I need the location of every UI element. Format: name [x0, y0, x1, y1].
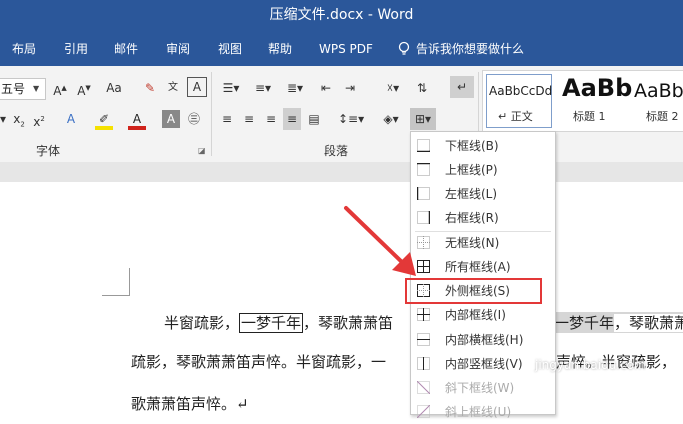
doc-line-3[interactable]: 歌萧萧笛声悴。↵	[131, 393, 249, 414]
superscript-icon[interactable]: x2	[32, 108, 46, 130]
menu-item-left-border[interactable]: 左框线(L)	[411, 182, 555, 206]
tab-help[interactable]: 帮助	[268, 34, 292, 64]
red-arrow-icon	[344, 206, 416, 276]
group-paragraph-label: 段落	[324, 144, 349, 158]
style-name: 标题 1	[573, 110, 606, 123]
highlight-box	[405, 278, 542, 304]
chinese-layout-icon[interactable]: ☓▾	[380, 77, 406, 99]
font-color-icon[interactable]: A	[128, 108, 146, 130]
menu-item-inside-borders[interactable]: 内部框线(I)	[411, 303, 555, 327]
style-heading1-preview[interactable]: AaBb	[562, 74, 632, 102]
diagonal-down-border-icon	[417, 381, 430, 394]
menu-item-diagonal-up[interactable]: 斜上框线(U)	[411, 400, 555, 424]
page-corner-mark	[129, 268, 130, 296]
bullets-icon[interactable]: ☰▾	[218, 77, 244, 99]
multilevel-list-icon[interactable]: ≣▾	[282, 77, 308, 99]
tab-review[interactable]: 审阅	[166, 34, 190, 64]
align-center-icon[interactable]: ≡	[240, 108, 258, 130]
line-spacing-icon[interactable]: ↕≡▾	[338, 108, 364, 130]
menu-item-no-border[interactable]: 无框线(N)	[411, 231, 555, 255]
doc-line-1-shaded[interactable]: 一梦千年，琴歌萧萧	[554, 312, 683, 333]
phonetic-guide-icon[interactable]: 文	[163, 77, 183, 99]
menu-item-diagonal-down[interactable]: 斜下框线(W)	[411, 376, 555, 400]
chevron-down-icon: ▼	[33, 84, 40, 93]
char-shading-icon[interactable]: A	[162, 110, 180, 128]
borders-menu: 下框线(B) 上框线(P) 左框线(L) 右框线(R) 无框线(N) 所有框线(…	[410, 131, 556, 419]
text-effects-icon[interactable]: A	[62, 108, 80, 130]
tab-wps-pdf[interactable]: WPS PDF	[319, 34, 373, 64]
inside-horizontal-border-icon	[417, 333, 430, 346]
borders-dropdown-button[interactable]: ⊞▾	[410, 108, 436, 130]
increase-indent-icon[interactable]: ⇥	[340, 77, 360, 99]
sort-icon[interactable]: ⇅	[412, 77, 432, 99]
tell-me-search[interactable]: 告诉我你想要做什么	[416, 34, 524, 64]
justify-icon[interactable]: ≡	[283, 108, 301, 130]
dialog-launcher-icon[interactable]: ◪	[198, 146, 206, 155]
doc-line-2[interactable]: 疏影，琴歌萧萧笛声悴。半窗疏影，一	[131, 351, 386, 372]
menu-item-top-border[interactable]: 上框线(P)	[411, 158, 555, 182]
top-border-icon	[417, 163, 430, 176]
shading-bucket-icon[interactable]: ◈▾	[378, 108, 404, 130]
inside-borders-icon	[417, 308, 430, 321]
decrease-indent-icon[interactable]: ⇤	[316, 77, 336, 99]
grow-font-icon[interactable]: A▲	[48, 77, 72, 99]
group-divider	[211, 72, 212, 156]
char-border-icon[interactable]: A	[187, 77, 207, 97]
distributed-icon[interactable]: ▤	[305, 108, 323, 130]
group-font-label: 字体	[36, 144, 61, 158]
left-border-icon	[417, 187, 430, 200]
menu-item-all-borders[interactable]: 所有框线(A)	[411, 255, 555, 279]
style-preview: AaBbCcDd	[489, 84, 553, 98]
tab-mailings[interactable]: 邮件	[114, 34, 138, 64]
change-case-button[interactable]: Aa	[100, 77, 128, 99]
numbering-icon[interactable]: ≡▾	[250, 77, 276, 99]
tab-layout[interactable]: 布局	[12, 34, 36, 64]
shrink-font-icon[interactable]: A▼	[72, 77, 96, 99]
style-name: ↵ 正文	[498, 110, 533, 123]
window-title: 压缩文件.docx - Word	[269, 7, 414, 23]
bottom-border-icon	[417, 139, 430, 152]
highlight-icon[interactable]: ✐	[95, 108, 113, 130]
menu-item-inside-horizontal[interactable]: 内部横框线(H)	[411, 328, 555, 352]
subscript-icon[interactable]: x2	[12, 108, 26, 130]
style-heading2-preview[interactable]: AaBb	[634, 80, 683, 102]
underline-icon[interactable]: ▾	[0, 108, 8, 130]
menu-item-inside-vertical[interactable]: 内部竖框线(V)	[411, 352, 555, 376]
style-name: 标题 2	[646, 110, 679, 123]
show-marks-icon[interactable]: ↵	[450, 76, 474, 98]
diagonal-up-border-icon	[417, 405, 430, 418]
tab-view[interactable]: 视图	[218, 34, 242, 64]
inside-vertical-border-icon	[417, 357, 430, 370]
menu-item-bottom-border[interactable]: 下框线(B)	[411, 134, 555, 158]
doc-line-1[interactable]: 半窗疏影， 一梦千年 ，琴歌萧萧笛	[164, 312, 393, 333]
lightbulb-icon	[398, 41, 410, 55]
clear-format-icon[interactable]: ✎	[140, 77, 160, 99]
ruler-strip	[0, 162, 683, 182]
align-left-icon[interactable]: ≡	[218, 108, 236, 130]
enclose-char-icon[interactable]: ㊂	[185, 108, 203, 130]
watermark: jingyan.baidu.com	[535, 358, 646, 372]
tab-references[interactable]: 引用	[64, 34, 88, 64]
page-corner-mark	[102, 295, 130, 296]
align-right-icon[interactable]: ≡	[262, 108, 280, 130]
menu-item-right-border[interactable]: 右框线(R)	[411, 206, 555, 230]
